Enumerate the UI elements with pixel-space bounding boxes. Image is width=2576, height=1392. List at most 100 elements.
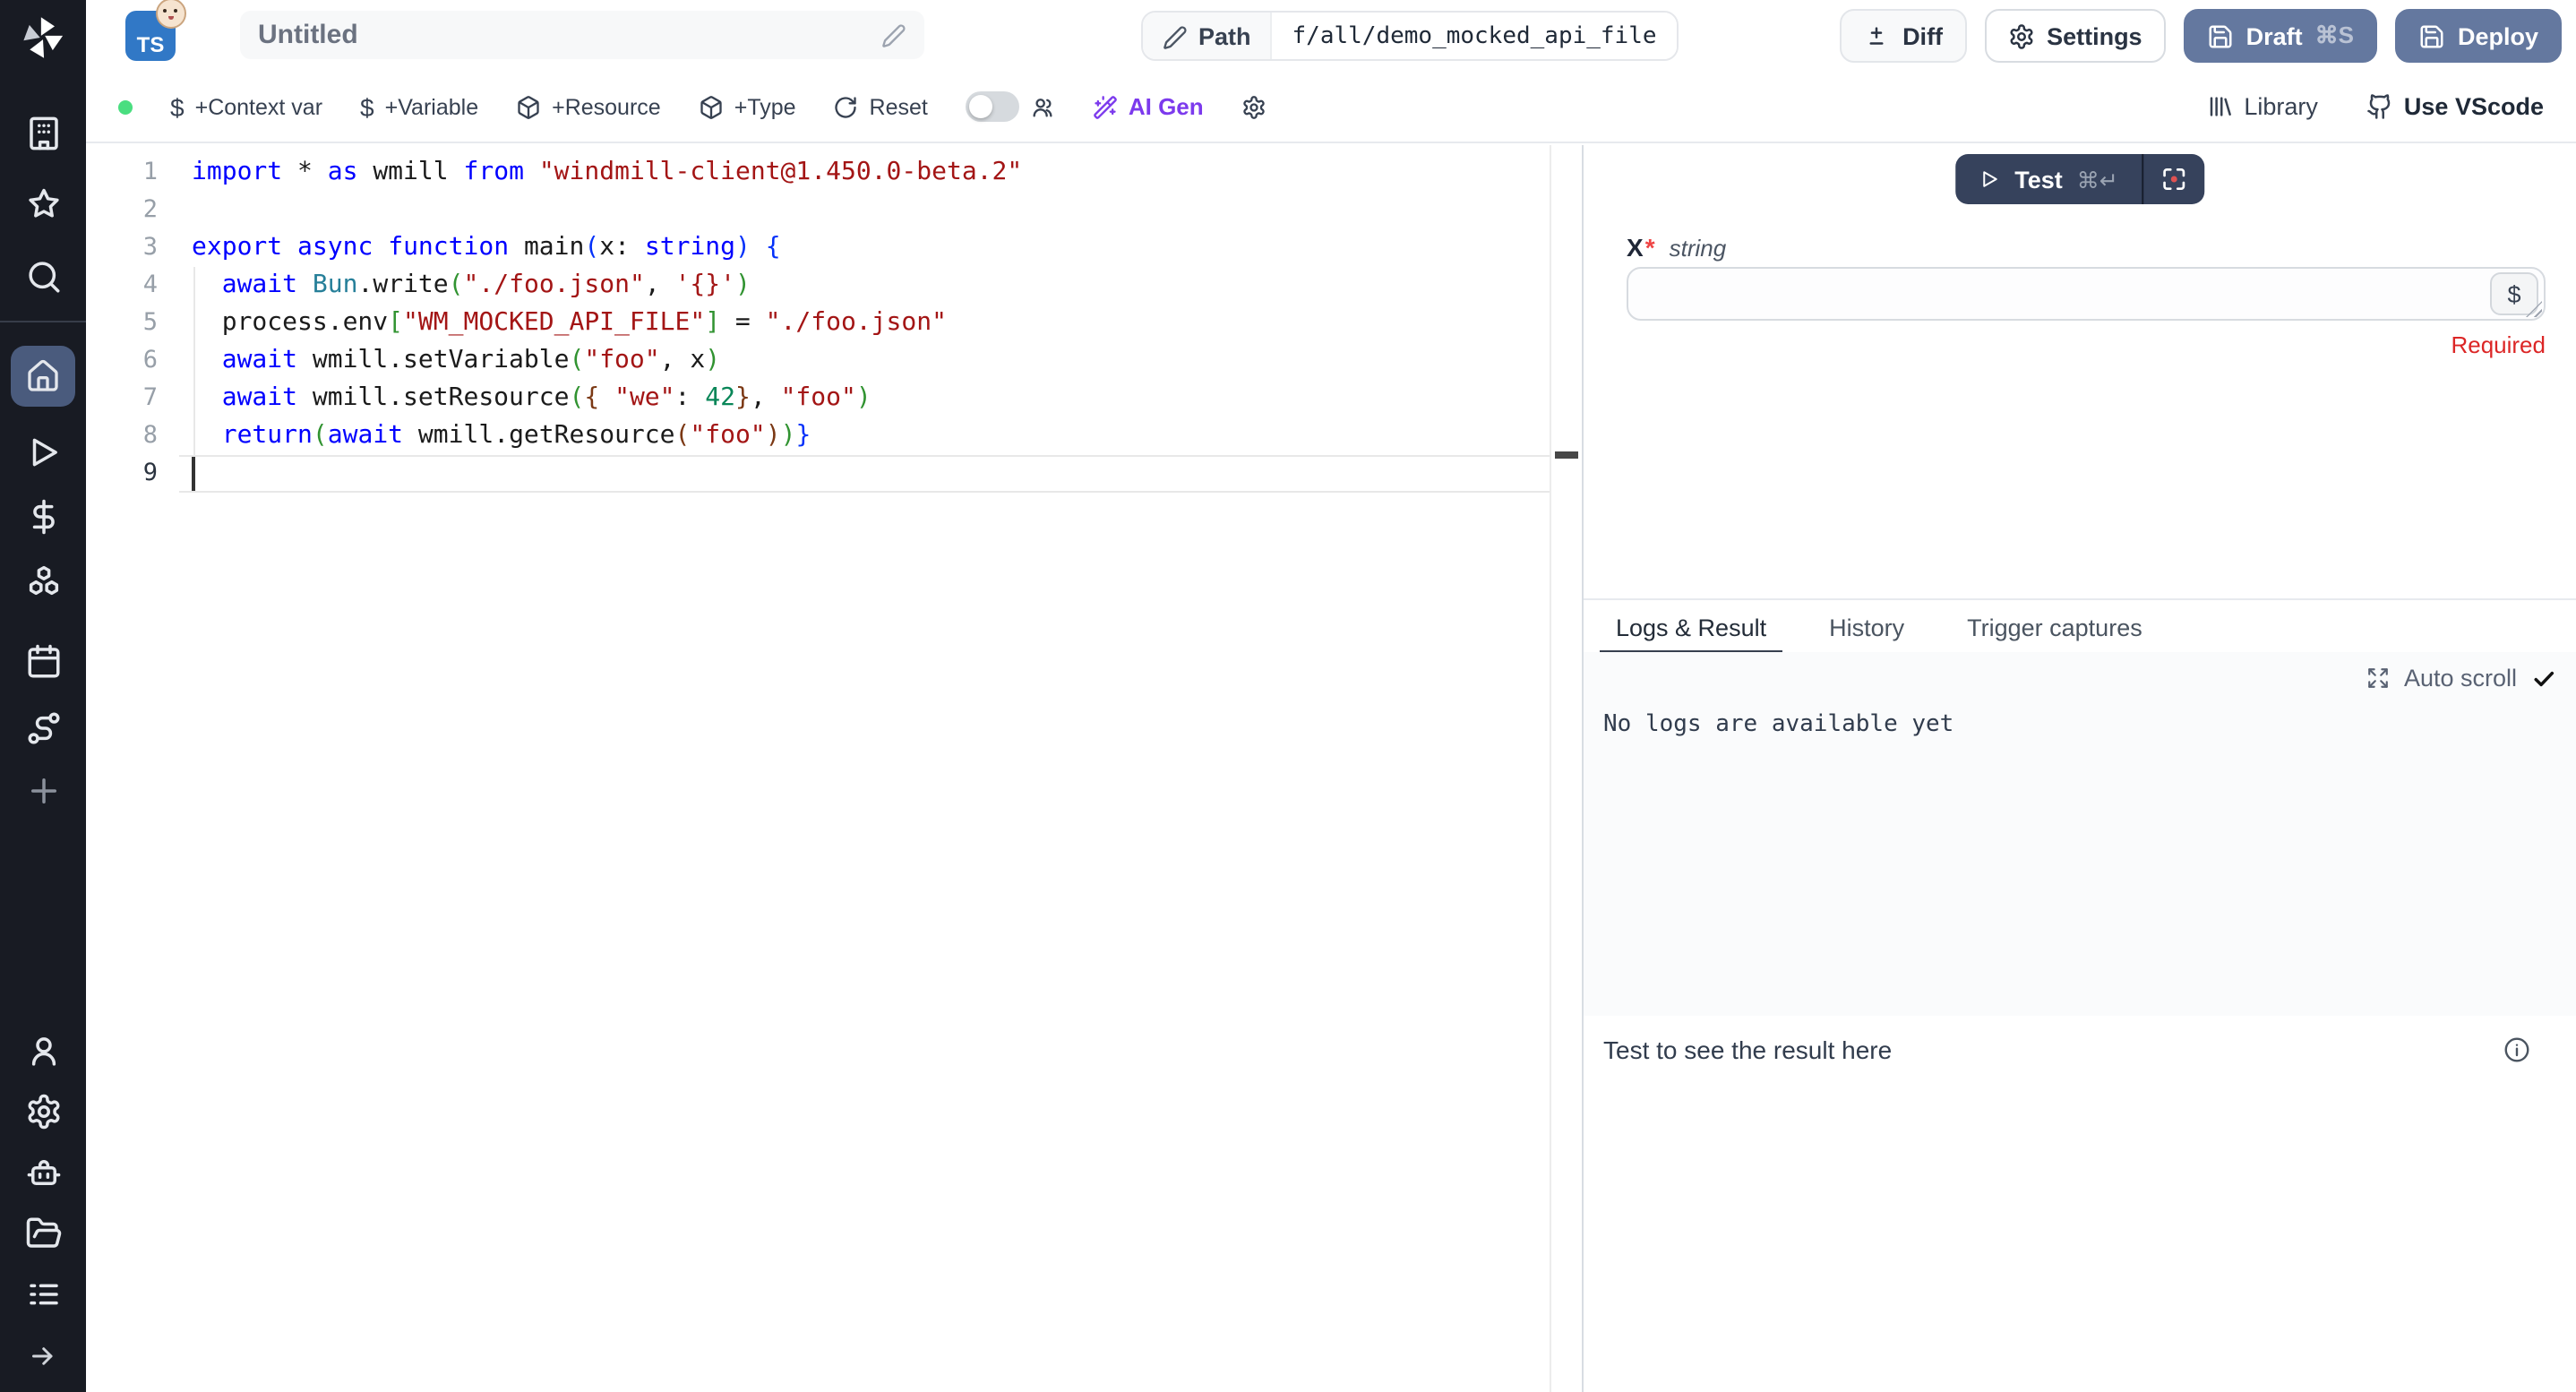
argument-type: string [1670, 235, 1727, 262]
editor-settings-button[interactable] [1241, 94, 1267, 119]
topbar-actions: Diff Settings Draft ⌘S Deploy [1840, 9, 2562, 63]
argument-name: X [1627, 233, 1644, 262]
package-icon [516, 94, 541, 119]
path-value: f/all/demo_mocked_api_file [1273, 13, 1677, 59]
info-icon[interactable] [2503, 1035, 2531, 1064]
windmill-logo-icon[interactable] [20, 14, 66, 61]
library-button[interactable]: Library [2206, 93, 2318, 120]
sidebar-item-settings[interactable] [24, 1093, 62, 1130]
users-icon [1030, 94, 1055, 119]
code-line-4[interactable]: 4 await Bun.write("./foo.json", '{}') [86, 267, 1551, 305]
script-title: Untitled [258, 20, 881, 50]
code-editor[interactable]: 1import * as wmill from "windmill-client… [86, 145, 1582, 1392]
add-context-var-label: +Context var [195, 94, 322, 119]
sidebar-item-favorites[interactable] [24, 186, 62, 224]
code-line-6[interactable]: 6 await wmill.setVariable("foo", x) [86, 342, 1551, 380]
add-variable-label: +Variable [385, 94, 478, 119]
multiplayer-toggle-group [966, 91, 1055, 122]
sidebar-item-account[interactable] [24, 1032, 62, 1070]
check-icon[interactable] [2531, 666, 2556, 691]
test-button-group: Test ⌘↵ [1955, 154, 2204, 204]
add-variable-button[interactable]: $ +Variable [360, 94, 478, 119]
line-number: 4 [86, 267, 158, 305]
sidebar-item-add[interactable] [24, 772, 62, 810]
no-logs-message: No logs are available yet [1603, 711, 1953, 738]
path-edit-button[interactable]: Path [1143, 13, 1273, 59]
settings-label: Settings [2047, 22, 2142, 49]
use-vscode-button[interactable]: Use VScode [2366, 93, 2544, 120]
script-title-input[interactable]: Untitled [240, 11, 924, 59]
argument-input[interactable]: $ [1627, 267, 2546, 321]
expand-icon[interactable] [2366, 666, 2390, 690]
code-line-9[interactable]: 9 [86, 455, 1551, 493]
editor-toolbar: $ +Context var $ +Variable +Resource +Ty… [86, 72, 2576, 143]
right-panel: Test ⌘↵ X* string $ Required Logs & Resu… [1584, 145, 2576, 1392]
sidebar-item-collapse[interactable] [24, 1336, 62, 1374]
code-line-7[interactable]: 7 await wmill.setResource({ "we": 42}, "… [86, 380, 1551, 417]
app-window: TS Untitled Path f/all/demo_mocked_api_f… [0, 0, 2576, 1392]
library-icon [2206, 93, 2233, 120]
library-label: Library [2244, 93, 2318, 120]
path-field[interactable]: Path f/all/demo_mocked_api_file [1141, 11, 1679, 61]
test-label: Test [2014, 166, 2063, 193]
test-button[interactable]: Test ⌘↵ [1955, 154, 2142, 204]
sidebar-item-variables[interactable] [24, 498, 62, 536]
code-line-2[interactable]: 2 [86, 192, 1551, 229]
code-line-8[interactable]: 8 return(await wmill.getResource("foo"))… [86, 417, 1551, 455]
add-resource-button[interactable]: +Resource [516, 94, 661, 119]
tab-logs-result[interactable]: Logs & Result [1612, 600, 1770, 654]
play-icon [1979, 168, 2000, 190]
result-tabs: Logs & Result History Trigger captures [1584, 598, 2576, 654]
path-label: Path [1198, 22, 1251, 49]
line-number: 2 [86, 192, 158, 229]
draft-label: Draft [2246, 22, 2303, 49]
ai-gen-button[interactable]: AI Gen [1093, 93, 1204, 120]
line-number: 1 [86, 154, 158, 192]
sidebar-item-home[interactable] [11, 346, 75, 407]
deploy-button[interactable]: Deploy [2395, 9, 2562, 63]
github-icon [2366, 93, 2393, 120]
save-icon [2207, 22, 2234, 49]
reset-button[interactable]: Reset [834, 94, 928, 119]
multiplayer-toggle[interactable] [966, 91, 1019, 122]
sidebar-divider [0, 321, 86, 322]
settings-button[interactable]: Settings [1984, 9, 2166, 63]
line-number: 3 [86, 229, 158, 267]
diff-icon [1863, 22, 1890, 49]
add-type-button[interactable]: +Type [699, 94, 796, 119]
sidebar-item-schedules[interactable] [24, 643, 62, 681]
typescript-language-badge[interactable]: TS [125, 11, 176, 61]
use-vscode-label: Use VScode [2404, 93, 2544, 120]
overview-ruler[interactable] [1550, 145, 1582, 1392]
draft-button[interactable]: Draft ⌘S [2184, 9, 2377, 63]
code-line-3[interactable]: 3export async function main(x: string) { [86, 229, 1551, 267]
sidebar-item-workers[interactable] [24, 1154, 62, 1191]
add-context-var-button[interactable]: $ +Context var [170, 94, 322, 119]
diff-button[interactable]: Diff [1840, 9, 1966, 63]
sidebar-item-triggers[interactable] [24, 709, 62, 747]
left-sidebar [0, 0, 86, 1392]
tab-trigger-captures[interactable]: Trigger captures [1963, 600, 2146, 654]
sidebar-item-audit-logs[interactable] [24, 1276, 62, 1313]
language-badge-label: TS [137, 32, 165, 57]
sidebar-item-resources[interactable] [24, 563, 62, 600]
add-type-label: +Type [734, 94, 796, 119]
sidebar-item-runs[interactable] [24, 434, 62, 471]
tab-history[interactable]: History [1825, 600, 1908, 654]
capture-test-button[interactable] [2143, 154, 2204, 204]
code-line-1[interactable]: 1import * as wmill from "windmill-client… [86, 154, 1551, 192]
toolbar-right: Library Use VScode [2206, 93, 2544, 120]
auto-scroll-control[interactable]: Auto scroll [2366, 665, 2556, 692]
sidebar-item-search[interactable] [24, 258, 62, 296]
dollar-icon: $ [360, 94, 374, 119]
gear-icon [1241, 94, 1267, 119]
line-number: 6 [86, 342, 158, 380]
edit-title-pencil-icon[interactable] [881, 22, 906, 47]
sidebar-item-folders[interactable] [24, 1215, 62, 1252]
line-number: 9 [86, 455, 158, 493]
insert-variable-button[interactable]: $ [2490, 272, 2538, 315]
sidebar-item-workspace[interactable] [24, 115, 62, 152]
code-line-5[interactable]: 5 process.env["WM_MOCKED_API_FILE"] = ".… [86, 305, 1551, 342]
wand-sparkles-icon [1093, 94, 1118, 119]
line-number: 5 [86, 305, 158, 342]
